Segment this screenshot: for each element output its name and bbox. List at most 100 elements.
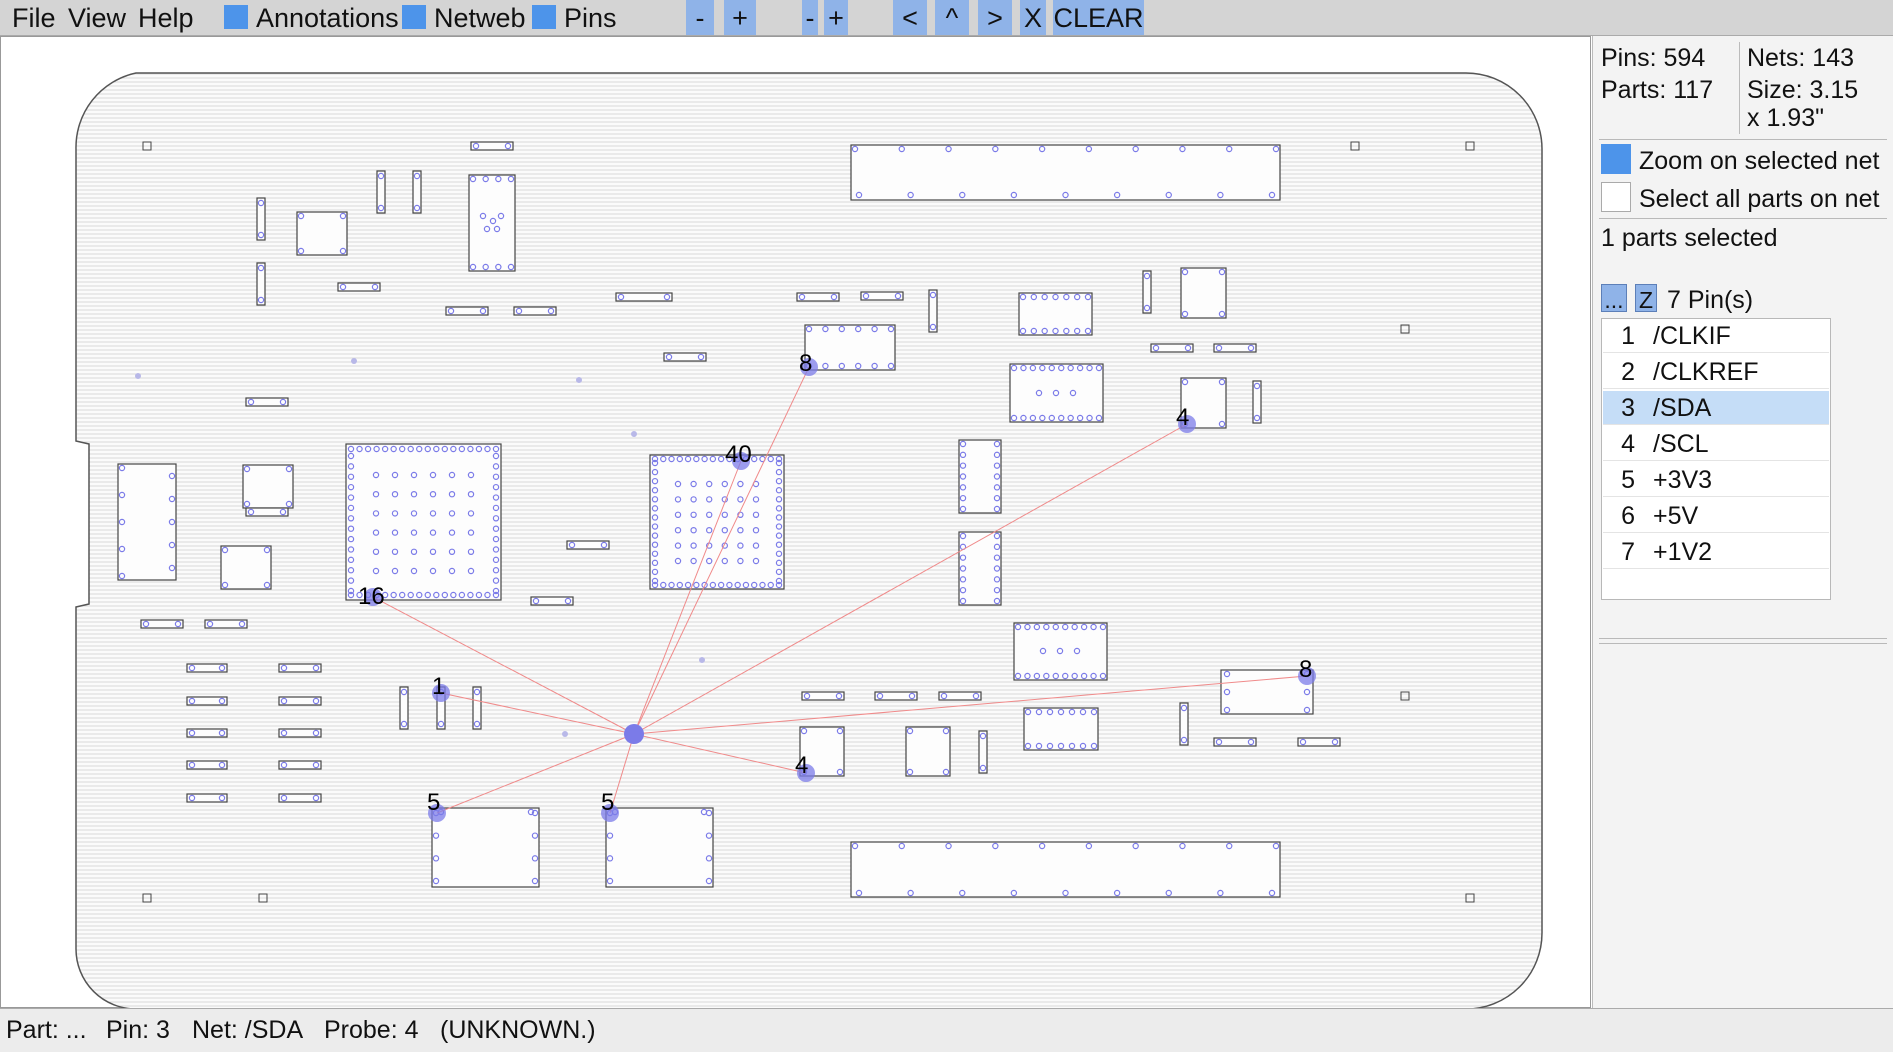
board-size: Size: 3.15 (1747, 76, 1859, 104)
zoom-on-net-label[interactable]: Zoom on selected net (1639, 147, 1879, 176)
pin-list-item[interactable]: 7 +1V2 (1603, 535, 1829, 569)
next-button[interactable]: > (978, 0, 1012, 35)
pin-number: 2 (1621, 358, 1635, 386)
pin-net-name: /SDA (1653, 394, 1712, 422)
board-size-2: x 1.93" (1747, 104, 1824, 132)
netweb-label[interactable]: Netweb (434, 0, 526, 35)
via (562, 731, 568, 737)
parts-count: Parts: 117 (1601, 76, 1714, 104)
netweb-label: 1 (432, 673, 445, 700)
netweb-label: 8 (1299, 656, 1312, 683)
netweb-label: 8 (799, 350, 812, 377)
netweb-label: 40 (725, 441, 752, 468)
part-outline (1013, 622, 1108, 681)
pin-list[interactable]: 1 /CLKIF 2 /CLKREF 3 /SDA 4 /SCL 5 +3V3 … (1601, 318, 1831, 600)
zoom-in-small-button[interactable]: + (824, 0, 848, 35)
info-divider (1739, 42, 1740, 134)
netweb-label: 4 (795, 752, 808, 779)
via (135, 373, 141, 379)
close-button[interactable]: X (1020, 0, 1046, 35)
part-outline (345, 443, 502, 601)
pin-number: 6 (1621, 502, 1635, 530)
select-all-parts-label[interactable]: Select all parts on net (1639, 185, 1879, 214)
pin-number: 3 (1621, 394, 1635, 422)
separator (1599, 643, 1887, 644)
status-net: Net: /SDA (192, 1016, 304, 1044)
netweb-checkbox[interactable] (402, 5, 426, 29)
zoom-on-net-checkbox[interactable] (1601, 144, 1631, 174)
part-outline (804, 324, 896, 371)
part-outline (242, 464, 294, 509)
pin-count: 7 Pin(s) (1667, 286, 1754, 314)
pin-net-name: +1V2 (1653, 538, 1713, 566)
status-bar: Part: ... Pin: 3 Net: /SDA Probe: 4 (UNK… (0, 1008, 1893, 1052)
menu-view[interactable]: View (68, 0, 126, 35)
pin-list-item[interactable]: 6 +5V (1603, 499, 1829, 533)
menu-help[interactable]: Help (138, 0, 194, 35)
pin-list-item[interactable]: 5 +3V3 (1603, 463, 1829, 497)
pin-list-item[interactable]: 2 /CLKREF (1603, 355, 1829, 389)
part-outline (615, 292, 673, 302)
clear-button[interactable]: CLEAR (1053, 0, 1144, 35)
prev-button[interactable]: < (893, 0, 927, 35)
part-outline (605, 807, 714, 888)
toolbar: File View Help Annotations Netweb Pins -… (0, 0, 1893, 36)
via (351, 358, 357, 364)
netweb-label: 4 (1176, 404, 1189, 431)
pin-number: 1 (1621, 322, 1635, 350)
pins-checkbox[interactable] (532, 5, 556, 29)
part-outline (850, 144, 1281, 201)
status-pin: Pin: 3 (106, 1016, 170, 1044)
part-outline (1180, 267, 1227, 319)
separator (1599, 139, 1887, 140)
status-state: (UNKNOWN.) (440, 1016, 596, 1044)
zoom-in-button[interactable]: + (724, 0, 756, 35)
pins-count: Pins: 594 (1601, 44, 1706, 72)
net-hub-marker (624, 724, 644, 744)
menu-file[interactable]: File (12, 0, 56, 35)
pins-label[interactable]: Pins (564, 0, 617, 35)
pin-number: 5 (1621, 466, 1635, 494)
up-button[interactable]: ^ (935, 0, 969, 35)
part-outline (850, 841, 1281, 898)
more-button[interactable]: ... (1601, 284, 1627, 313)
part-outline (220, 545, 272, 590)
part-outline (1009, 363, 1104, 423)
netweb-label: 16 (358, 583, 385, 610)
part-outline (905, 726, 951, 777)
zoom-out-small-button[interactable]: - (802, 0, 818, 35)
separator (1599, 638, 1887, 639)
pin-list-item-selected[interactable]: 3 /SDA (1603, 391, 1829, 425)
board-view[interactable]: 8 4 40 16 1 4 8 5 5 (1, 37, 1592, 1009)
board-canvas[interactable]: 8 4 40 16 1 4 8 5 5 (0, 36, 1592, 1009)
pin-list-item[interactable]: 1 /CLKIF (1603, 319, 1829, 353)
part-outline (296, 211, 348, 256)
pin-list-item[interactable]: 4 /SCL (1603, 427, 1829, 461)
separator (1599, 218, 1887, 219)
part-outline (431, 807, 540, 888)
pin-net-name: +3V3 (1653, 466, 1713, 494)
via (631, 431, 637, 437)
side-panel: Pins: 594 Parts: 117 Nets: 143 Size: 3.1… (1592, 36, 1893, 1008)
annotations-checkbox[interactable] (224, 5, 248, 29)
netweb-label: 5 (427, 789, 440, 816)
selection-summary: 1 parts selected (1601, 224, 1778, 252)
netweb-label: 5 (601, 789, 614, 816)
pin-number: 4 (1621, 430, 1635, 458)
via (699, 657, 705, 663)
status-probe: Probe: 4 (324, 1016, 419, 1044)
zoom-pin-button[interactable]: Z (1635, 284, 1657, 313)
pin-net-name: +5V (1653, 502, 1699, 530)
pin-net-name: /CLKREF (1653, 358, 1759, 386)
pin-net-name: /SCL (1653, 430, 1709, 458)
pin-number: 7 (1621, 538, 1635, 566)
part-outline (117, 463, 177, 581)
nets-count: Nets: 143 (1747, 44, 1855, 72)
status-part: Part: ... (6, 1016, 87, 1044)
board-outline (75, 72, 1543, 1009)
annotations-label[interactable]: Annotations (256, 0, 399, 35)
select-all-parts-checkbox[interactable] (1601, 182, 1631, 212)
via (576, 377, 582, 383)
pin-net-name: /CLKIF (1653, 322, 1731, 350)
zoom-out-button[interactable]: - (686, 0, 714, 35)
